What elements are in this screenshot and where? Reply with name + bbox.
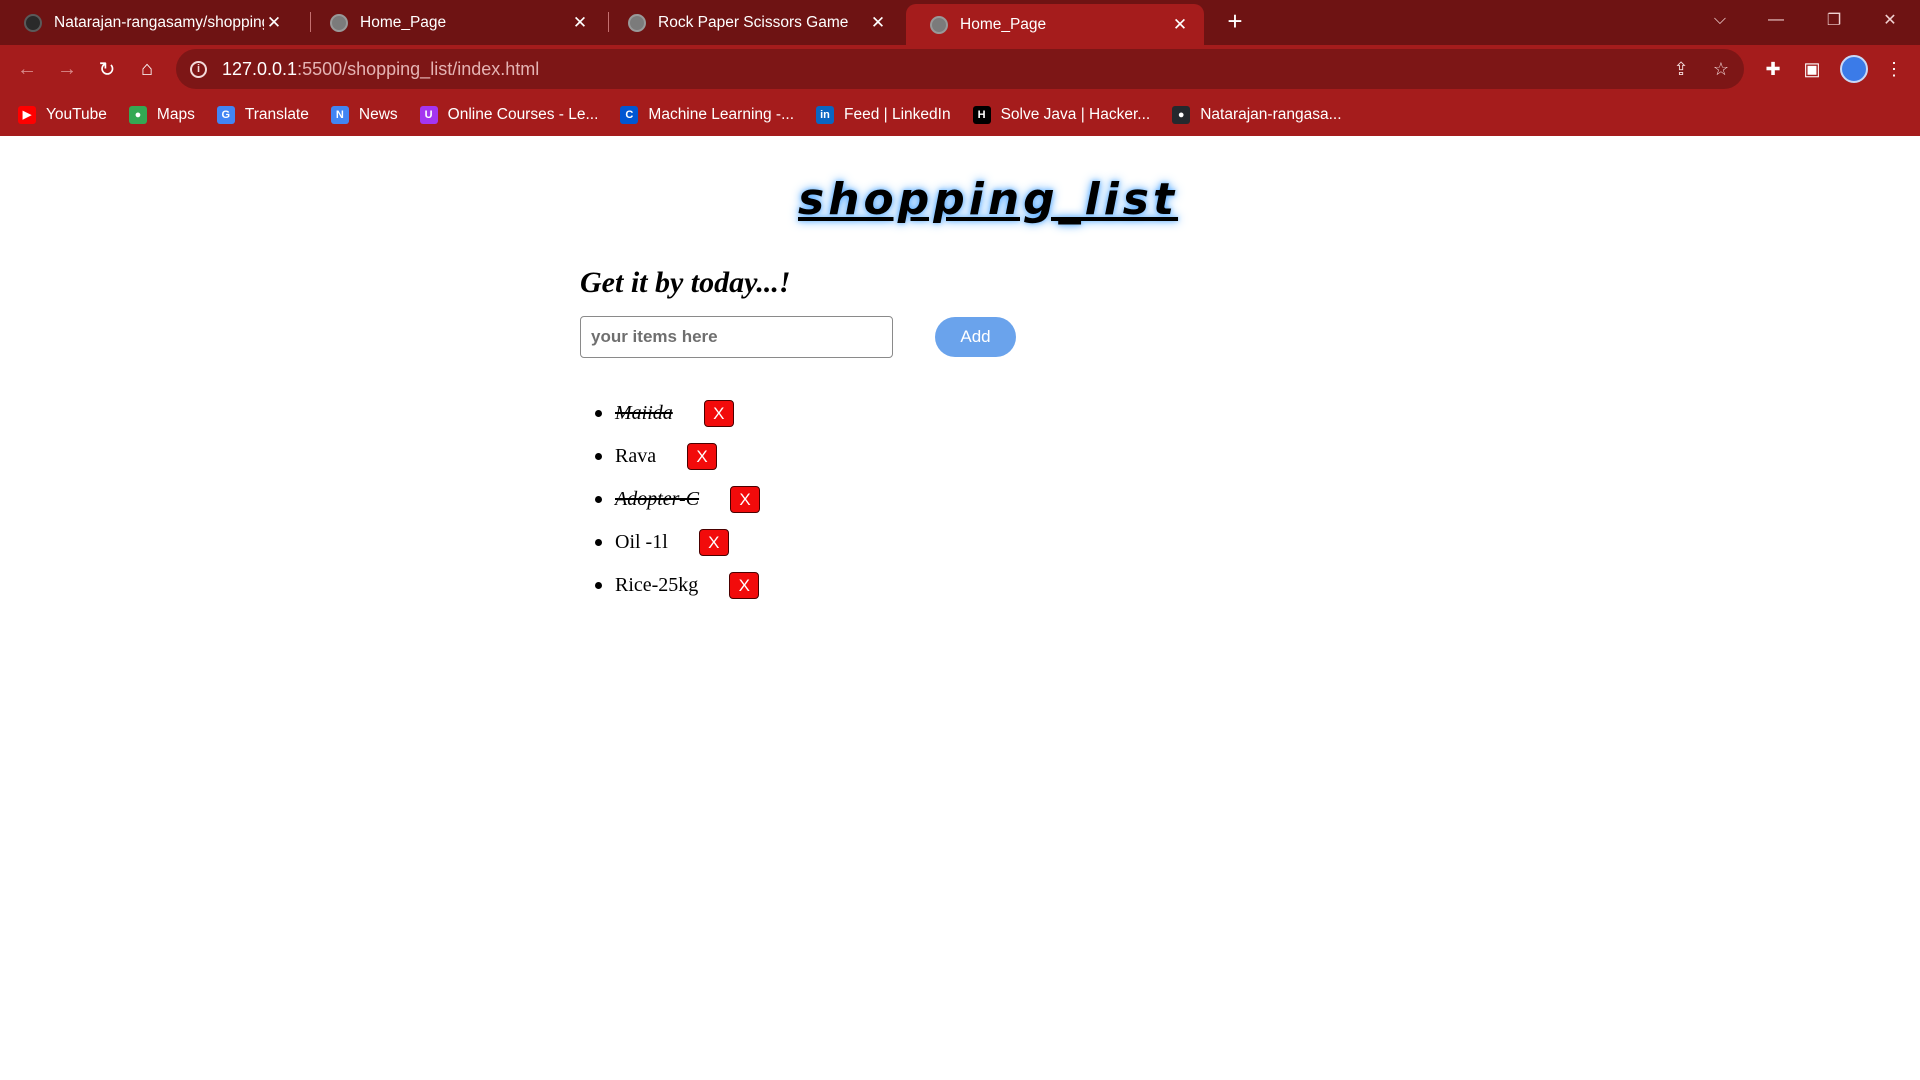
browser-toolbar: ← → ↻ ⌂ i 127.0.0.1:5500/shopping_list/i… bbox=[0, 45, 1920, 93]
tab-home-page[interactable]: Home_Page ✕ bbox=[306, 0, 604, 45]
page-title: shopping_list bbox=[798, 174, 1179, 225]
udemy-icon: U bbox=[419, 105, 438, 124]
menu-icon[interactable]: ⋮ bbox=[1880, 55, 1908, 83]
bookmark-label: Solve Java | Hacker... bbox=[1000, 105, 1151, 123]
tab-title: Home_Page bbox=[360, 13, 447, 31]
bookmarks-bar: ▶ YouTube ● Maps G Translate N News U Online Cour… bbox=[0, 93, 1920, 136]
bookmark-item[interactable]: in Feed | LinkedIn bbox=[816, 105, 951, 124]
extensions-icon[interactable]: ✚ bbox=[1759, 55, 1787, 83]
bookmark-label: Feed | LinkedIn bbox=[844, 105, 951, 123]
bookmark-label: Machine Learning -... bbox=[648, 105, 795, 123]
item-text[interactable]: Rava bbox=[615, 445, 656, 468]
tab-title: Home_Page bbox=[960, 15, 1047, 33]
close-icon[interactable]: ✕ bbox=[264, 13, 284, 33]
profile-avatar[interactable] bbox=[1840, 55, 1868, 83]
side-panel-icon[interactable]: ▣ bbox=[1798, 55, 1826, 83]
close-window-icon[interactable]: ✕ bbox=[1862, 0, 1918, 40]
bookmark-label: Natarajan-rangasa... bbox=[1200, 105, 1342, 123]
list-item[interactable]: Rice-25kg X bbox=[595, 564, 760, 607]
list-item[interactable]: Adopter-C X bbox=[595, 478, 761, 521]
close-icon[interactable]: ✕ bbox=[1170, 15, 1190, 35]
item-text[interactable]: Oil -1l bbox=[615, 531, 668, 554]
coursera-icon: C bbox=[620, 105, 639, 124]
bookmark-item[interactable]: N News bbox=[330, 105, 398, 124]
bookmark-label: News bbox=[358, 105, 398, 123]
reload-icon[interactable]: ↻ bbox=[93, 55, 121, 83]
item-input[interactable] bbox=[580, 316, 893, 358]
site-info-icon[interactable]: i bbox=[190, 60, 207, 78]
tab-strip: Natarajan-rangasamy/shopping_ ✕ Home_Pag… bbox=[0, 0, 1920, 45]
list-item[interactable]: Maiida X bbox=[595, 392, 760, 435]
page-viewport: shopping_list Get it by today...! Add Ma… bbox=[0, 136, 1920, 1080]
new-tab-button[interactable]: + bbox=[1221, 8, 1249, 36]
item-text[interactable]: Maiida bbox=[615, 402, 673, 425]
bookmark-item[interactable]: ▶ YouTube bbox=[18, 105, 107, 124]
translate-icon: G bbox=[216, 105, 235, 124]
bookmark-item[interactable]: ● Natarajan-rangasa... bbox=[1172, 105, 1342, 124]
github-icon bbox=[24, 13, 42, 32]
home-icon[interactable]: ⌂ bbox=[133, 55, 161, 83]
bookmark-star-icon[interactable]: ☆ bbox=[1707, 55, 1735, 83]
url-path: :5500/shopping_list/index.html bbox=[297, 58, 540, 79]
bookmark-item[interactable]: ● Maps bbox=[128, 105, 195, 124]
bookmark-item[interactable]: H Solve Java | Hacker... bbox=[972, 105, 1151, 124]
hackerrank-icon: H bbox=[972, 105, 991, 124]
bookmark-label: Translate bbox=[244, 105, 309, 123]
delete-item-button[interactable]: X bbox=[729, 572, 760, 599]
globe-icon bbox=[628, 13, 646, 32]
page-subtitle: Get it by today...! bbox=[580, 266, 791, 299]
delete-item-button[interactable]: X bbox=[698, 529, 729, 556]
forward-icon[interactable]: → bbox=[53, 55, 81, 83]
share-icon[interactable]: ⇪ bbox=[1667, 55, 1695, 83]
bookmark-item[interactable]: U Online Courses - Le... bbox=[419, 105, 599, 124]
add-button[interactable]: Add bbox=[935, 317, 1016, 357]
bookmark-item[interactable]: G Translate bbox=[216, 105, 309, 124]
item-text[interactable]: Adopter-C bbox=[615, 488, 699, 511]
tab-github[interactable]: Natarajan-rangasamy/shopping_ ✕ bbox=[0, 0, 298, 45]
list-item[interactable]: Oil -1l X bbox=[595, 521, 760, 564]
shopping-list: Maiida X Rava X Adopter-C X Oil -1l X Rice-25kg X bbox=[595, 392, 761, 607]
bookmark-label: Online Courses - Le... bbox=[447, 105, 599, 123]
item-text[interactable]: Rice-25kg bbox=[615, 574, 698, 597]
tab-title: Rock Paper Scissors Game bbox=[658, 13, 849, 31]
maps-icon: ● bbox=[128, 105, 147, 124]
address-bar[interactable]: i 127.0.0.1:5500/shopping_list/index.htm… bbox=[176, 49, 1744, 89]
bookmark-item[interactable]: C Machine Learning -... bbox=[620, 105, 795, 124]
delete-item-button[interactable]: X bbox=[703, 400, 734, 427]
close-icon[interactable]: ✕ bbox=[570, 13, 590, 33]
bookmark-label: YouTube bbox=[46, 105, 107, 123]
delete-item-button[interactable]: X bbox=[687, 443, 718, 470]
tab-title: Natarajan-rangasamy/shopping_ bbox=[54, 13, 264, 31]
url-host: 127.0.0.1 bbox=[222, 58, 298, 79]
news-icon: N bbox=[330, 105, 349, 124]
bookmark-label: Maps bbox=[156, 105, 195, 123]
list-item[interactable]: Rava X bbox=[595, 435, 760, 478]
globe-icon bbox=[930, 15, 948, 34]
globe-icon bbox=[330, 13, 348, 32]
tab-home-page-active[interactable]: Home_Page ✕ bbox=[906, 4, 1204, 45]
tab-rock-paper-scissors[interactable]: Rock Paper Scissors Game ✕ bbox=[604, 0, 902, 45]
tab-search-icon[interactable]: ⌵ bbox=[1692, 0, 1748, 40]
back-icon[interactable]: ← bbox=[13, 55, 41, 83]
github-icon: ● bbox=[1172, 105, 1191, 124]
delete-item-button[interactable]: X bbox=[730, 486, 761, 513]
restore-icon[interactable]: ❐ bbox=[1806, 0, 1862, 40]
close-icon[interactable]: ✕ bbox=[868, 13, 888, 33]
youtube-icon: ▶ bbox=[18, 105, 36, 124]
linkedin-icon: in bbox=[816, 105, 835, 124]
minimize-icon[interactable]: — bbox=[1748, 0, 1804, 40]
